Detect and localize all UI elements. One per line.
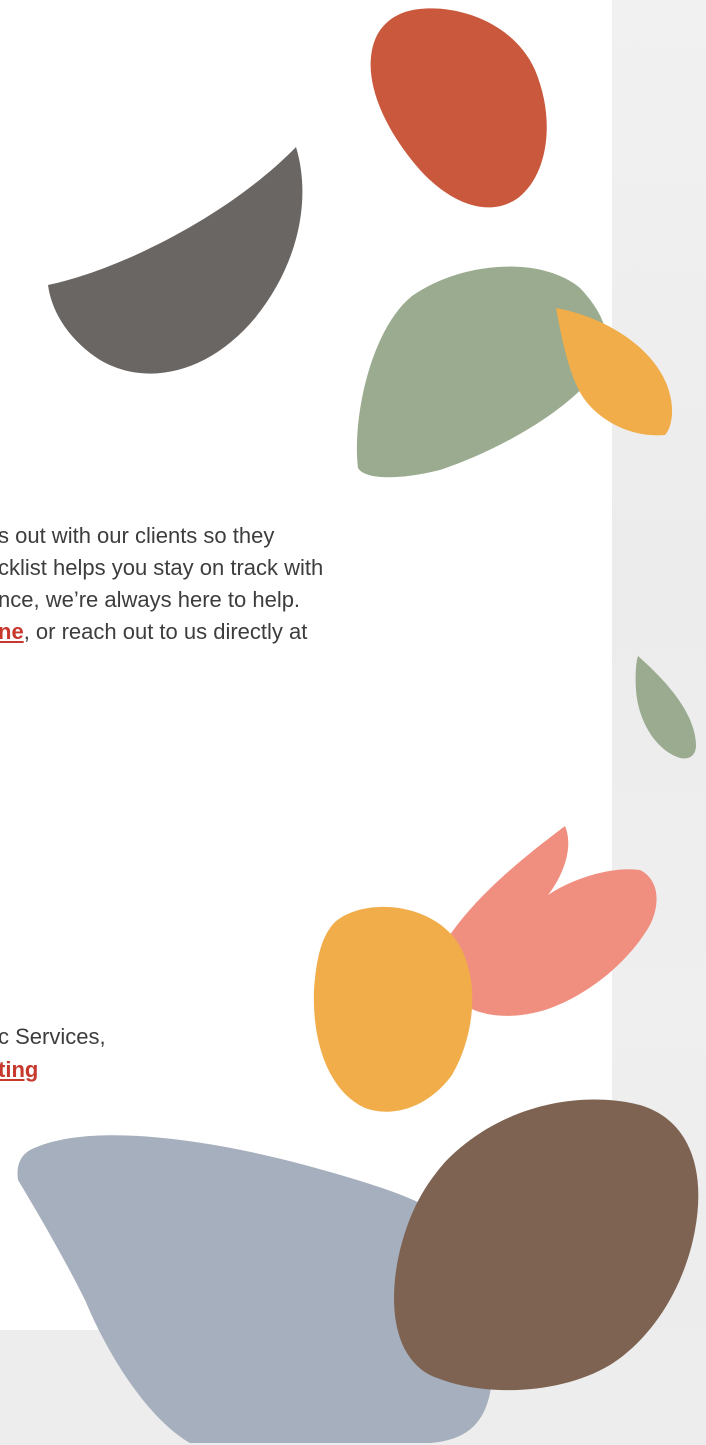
paragraph-line-text: , or reach out to us directly at xyxy=(23,619,308,644)
amber-leaf-shape xyxy=(556,308,673,436)
paragraph-line: ting xyxy=(0,1053,106,1086)
paragraph-line: c Services, xyxy=(0,1024,106,1049)
rust-shape xyxy=(370,8,547,208)
page: s out with our clients so they cklist he… xyxy=(0,0,706,1445)
paragraph-line: cklist helps you stay on track with xyxy=(0,555,324,580)
sage-shape xyxy=(356,266,607,478)
decorative-shapes xyxy=(17,8,699,1443)
paragraph-line: ne, or reach out to us directly at xyxy=(0,616,608,648)
inline-link[interactable]: ne xyxy=(0,619,24,644)
intro-paragraph: s out with our clients so they cklist he… xyxy=(0,520,608,648)
services-link[interactable]: ting xyxy=(0,1057,38,1082)
paragraph-line: nce, we’re always here to help. xyxy=(0,587,301,612)
amber-shape xyxy=(313,906,473,1112)
small-sage-shape xyxy=(635,656,696,759)
brown-shape xyxy=(393,1099,699,1391)
paragraph-line: s out with our clients so they xyxy=(0,523,275,548)
charcoal-shape xyxy=(48,147,303,374)
services-paragraph: c Services, ting xyxy=(0,1020,106,1086)
